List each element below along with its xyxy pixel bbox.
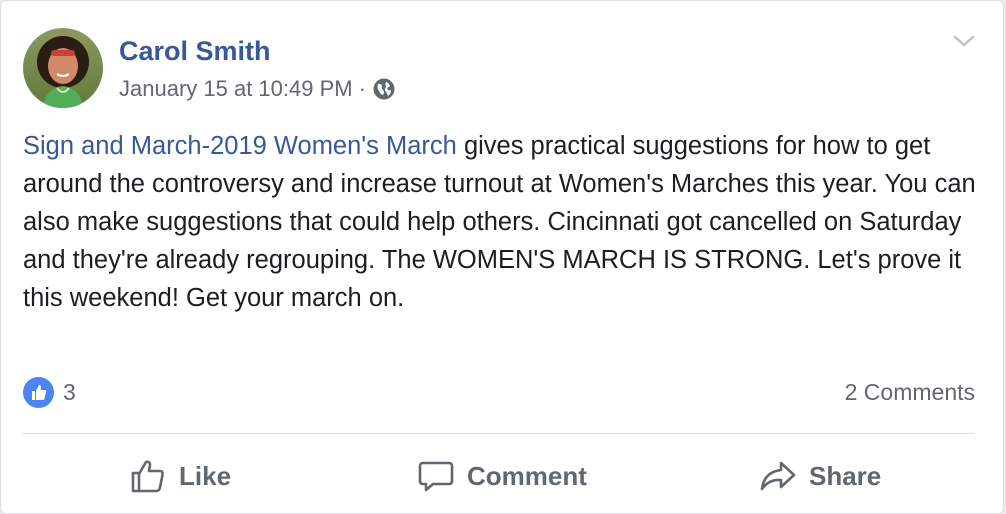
chevron-down-icon[interactable] bbox=[951, 31, 977, 51]
author-name[interactable]: Carol Smith bbox=[119, 36, 271, 67]
post-link[interactable]: Sign and March-2019 Women's March bbox=[23, 132, 457, 160]
comment-icon bbox=[418, 461, 454, 492]
post-card: Carol Smith January 15 at 10:49 PM · Sig… bbox=[0, 0, 1004, 514]
thumbs-up-icon[interactable] bbox=[23, 377, 54, 408]
comments-count[interactable]: 2 Comments bbox=[845, 379, 975, 406]
share-button-label: Share bbox=[809, 460, 882, 491]
share-button[interactable]: Share bbox=[759, 441, 881, 511]
globe-icon[interactable] bbox=[372, 77, 396, 101]
post-timestamp[interactable]: January 15 at 10:49 PM bbox=[119, 76, 353, 102]
post-meta: January 15 at 10:49 PM · bbox=[119, 76, 396, 102]
thumbs-up-outline-icon bbox=[131, 460, 164, 493]
comment-button-label: Comment bbox=[467, 460, 587, 491]
action-bar: Like Comment Share bbox=[23, 441, 975, 511]
meta-separator: · bbox=[358, 76, 366, 101]
like-button[interactable]: Like bbox=[129, 441, 231, 511]
comment-button[interactable]: Comment bbox=[417, 441, 587, 511]
share-icon bbox=[760, 461, 796, 491]
avatar-image bbox=[23, 28, 103, 108]
post-body: Sign and March-2019 Women's March gives … bbox=[23, 127, 983, 317]
like-count[interactable]: 3 bbox=[63, 379, 76, 406]
post-header: Carol Smith January 15 at 10:49 PM · bbox=[23, 28, 983, 110]
divider bbox=[23, 433, 975, 434]
like-button-label: Like bbox=[179, 460, 232, 491]
avatar[interactable] bbox=[23, 28, 103, 108]
post-stats: 3 2 Comments bbox=[23, 375, 975, 409]
